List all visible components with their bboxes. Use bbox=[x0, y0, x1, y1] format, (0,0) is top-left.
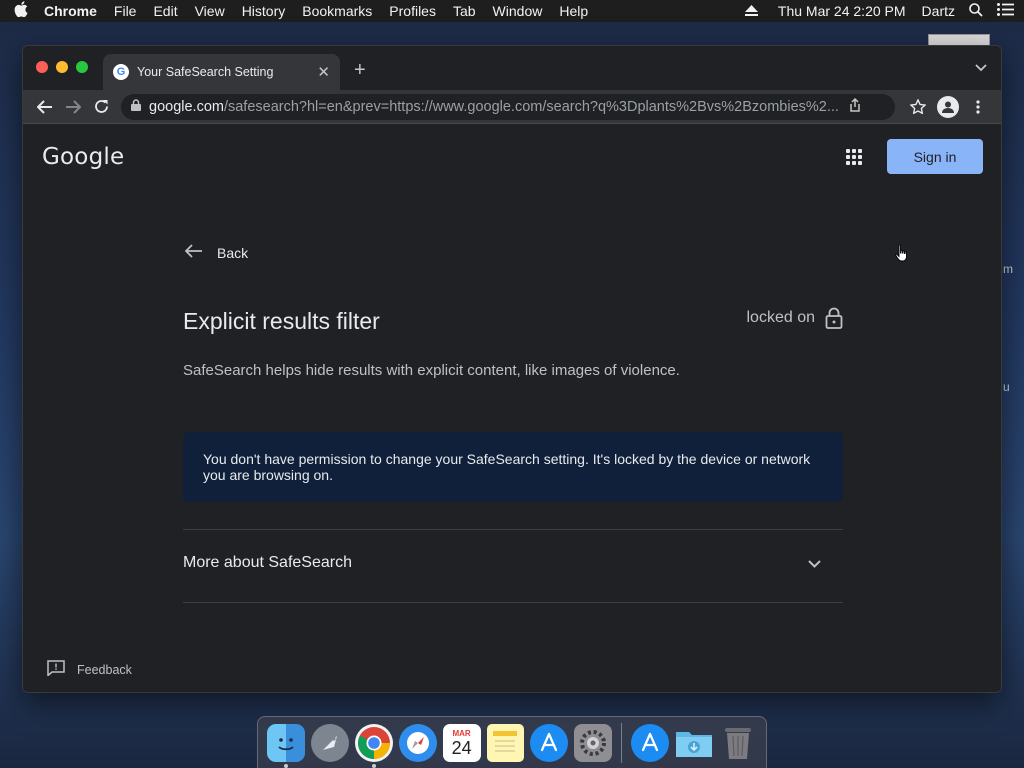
url-path: /safesearch?hl=en&prev=https://www.googl… bbox=[223, 98, 839, 115]
page-title: Explicit results filter bbox=[183, 308, 380, 334]
reload-button[interactable] bbox=[87, 93, 115, 121]
maximize-window-button[interactable] bbox=[76, 61, 88, 73]
google-favicon-icon: G bbox=[113, 64, 129, 80]
chrome-window: G Your SafeSearch Setting ✕ + google.com… bbox=[22, 45, 1002, 693]
chrome-menu-icon[interactable] bbox=[963, 93, 993, 121]
trash-icon[interactable] bbox=[719, 724, 757, 762]
notes-icon[interactable] bbox=[486, 724, 525, 762]
person-icon bbox=[937, 95, 959, 118]
address-bar[interactable]: google.com /safesearch?hl=en&prev=https:… bbox=[121, 93, 895, 120]
menu-bookmarks[interactable]: Bookmarks bbox=[302, 3, 372, 19]
arrow-left-icon bbox=[184, 241, 203, 264]
hand-cursor-icon bbox=[895, 244, 909, 267]
menu-tab[interactable]: Tab bbox=[453, 3, 476, 19]
url-host: google.com bbox=[149, 98, 224, 115]
app-store-icon[interactable] bbox=[530, 724, 569, 762]
menu-help[interactable]: Help bbox=[559, 3, 588, 19]
more-about-label: More about SafeSearch bbox=[183, 554, 352, 571]
desktop-label-fragment: m bbox=[1003, 262, 1013, 276]
close-window-button[interactable] bbox=[36, 61, 48, 73]
running-indicator bbox=[284, 764, 288, 768]
close-tab-icon[interactable]: ✕ bbox=[317, 63, 330, 81]
window-controls bbox=[36, 61, 88, 73]
more-about-safesearch-expander[interactable]: More about SafeSearch bbox=[183, 554, 843, 572]
menubar-user[interactable]: Dartz bbox=[922, 3, 955, 19]
chevron-down-icon bbox=[808, 555, 821, 571]
menu-file[interactable]: File bbox=[114, 3, 137, 19]
padlock-icon bbox=[825, 307, 843, 329]
feedback-link[interactable]: Feedback bbox=[47, 660, 132, 679]
back-nav-button[interactable] bbox=[31, 93, 59, 121]
browser-toolbar: google.com /safesearch?hl=en&prev=https:… bbox=[23, 90, 1001, 124]
safari-icon[interactable] bbox=[398, 724, 437, 762]
lock-icon[interactable] bbox=[131, 99, 141, 114]
locked-status: locked on bbox=[747, 307, 844, 329]
new-tab-button[interactable]: + bbox=[354, 59, 366, 82]
google-apps-icon[interactable] bbox=[846, 149, 862, 165]
eject-icon[interactable] bbox=[744, 3, 758, 19]
finder-icon[interactable] bbox=[267, 724, 305, 768]
calendar-month: MAR bbox=[452, 728, 471, 738]
google-logo[interactable]: Google bbox=[42, 144, 124, 170]
permission-notice: You don't have permission to change your… bbox=[183, 432, 843, 502]
menu-view[interactable]: View bbox=[195, 3, 225, 19]
downloads-folder-icon[interactable] bbox=[675, 724, 713, 762]
menubar-clock[interactable]: Thu Mar 24 2:20 PM bbox=[778, 3, 906, 19]
divider bbox=[183, 602, 843, 603]
calendar-day: 24 bbox=[451, 737, 472, 758]
calendar-icon[interactable]: MAR 24 bbox=[442, 724, 481, 762]
divider bbox=[183, 529, 843, 530]
menu-window[interactable]: Window bbox=[493, 3, 543, 19]
chrome-icon[interactable] bbox=[354, 724, 393, 768]
feedback-label: Feedback bbox=[77, 662, 132, 677]
forward-nav-button[interactable] bbox=[59, 93, 87, 121]
running-indicator bbox=[371, 764, 376, 768]
menu-profiles[interactable]: Profiles bbox=[389, 3, 436, 19]
share-icon[interactable] bbox=[849, 97, 861, 115]
system-preferences-icon[interactable] bbox=[574, 724, 613, 762]
control-center-icon[interactable] bbox=[997, 3, 1014, 19]
minimize-window-button[interactable] bbox=[56, 61, 68, 73]
desktop-label-fragment: u bbox=[1003, 380, 1010, 394]
launchpad-icon[interactable] bbox=[310, 724, 349, 762]
menu-edit[interactable]: Edit bbox=[153, 3, 177, 19]
menu-app-chrome[interactable]: Chrome bbox=[44, 3, 97, 19]
dock-separator bbox=[621, 723, 623, 763]
tab-safesearch[interactable]: G Your SafeSearch Setting ✕ bbox=[103, 54, 340, 90]
sign-in-button[interactable]: Sign in bbox=[887, 139, 983, 174]
menubar-status-area: Thu Mar 24 2:20 PM Dartz bbox=[731, 2, 1014, 20]
locked-label: locked on bbox=[746, 309, 816, 326]
app-store-download-icon[interactable] bbox=[631, 724, 670, 762]
menu-history[interactable]: History bbox=[242, 3, 286, 19]
tab-strip: G Your SafeSearch Setting ✕ + bbox=[23, 46, 1001, 90]
macos-dock: MAR 24 bbox=[257, 716, 767, 768]
page-content: Google Sign in Back Explicit results fil… bbox=[23, 124, 1001, 692]
back-link[interactable]: Back bbox=[184, 241, 249, 264]
back-label: Back bbox=[217, 244, 249, 261]
tab-title: Your SafeSearch Setting bbox=[137, 65, 274, 79]
feedback-icon bbox=[47, 660, 65, 679]
apple-menu-icon[interactable] bbox=[14, 1, 30, 21]
safesearch-description: SafeSearch helps hide results with expli… bbox=[183, 362, 680, 379]
tab-search-chevron-icon[interactable] bbox=[975, 60, 987, 75]
spotlight-search-icon[interactable] bbox=[969, 2, 983, 20]
macos-menu-bar: Chrome File Edit View History Bookmarks … bbox=[0, 0, 1024, 22]
profile-avatar[interactable] bbox=[933, 93, 963, 121]
bookmark-star-icon[interactable] bbox=[903, 93, 933, 121]
